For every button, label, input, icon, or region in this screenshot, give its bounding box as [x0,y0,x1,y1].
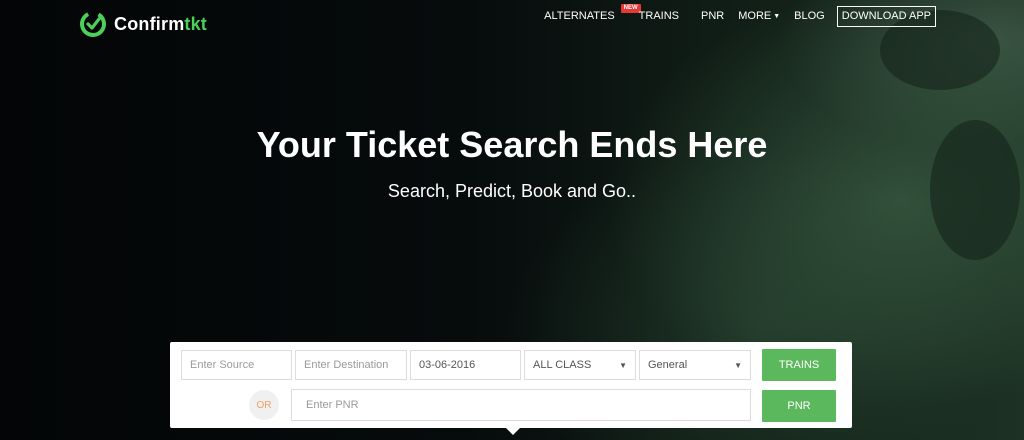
hero-subtitle: Search, Predict, Book and Go.. [387,181,637,201]
caret-down-icon: ▼ [773,13,781,20]
dropdown-arrow-icon: ▼ [734,360,742,370]
pnr-input[interactable]: Enter PNR [291,389,751,421]
date-input[interactable]: 03-06-2016 [410,350,521,380]
dropdown-arrow-icon: ▼ [619,360,627,370]
download-app-button[interactable]: DOWNLOAD APP [836,5,936,27]
nav-trains[interactable]: TRAINS [639,10,679,22]
search-trains-button[interactable]: TRAINS [762,349,836,381]
top-nav: ALTERNATES NEW TRAINS PNR MORE ▼ BLOG DOW… [544,4,936,27]
quota-select-value: General [648,359,688,371]
nav-more[interactable]: MORE ▼ [738,10,780,22]
class-select-value: ALL CLASS [533,359,592,371]
nav-blog[interactable]: BLOG [794,10,825,22]
quota-select[interactable]: General ▼ [639,350,751,380]
source-input[interactable]: Enter Source [181,350,292,380]
brand-name: Confirmtkt [114,13,208,34]
confirmtkt-logo-icon [80,10,106,37]
panel-pointer [506,428,520,435]
destination-input[interactable]: Enter Destination [295,350,407,380]
nav-alternates-label: ALTERNATES [544,10,615,22]
search-panel: Enter Source Enter Destination 03-06-201… [170,342,852,435]
brand-logo[interactable]: Confirmtkt [78,8,207,40]
class-select[interactable]: ALL CLASS ▼ [524,350,636,380]
nav-alternates[interactable]: ALTERNATES NEW [544,4,641,22]
nav-more-label: MORE [738,10,772,22]
check-pnr-button[interactable]: PNR [762,390,836,422]
nav-pnr[interactable]: PNR [701,10,724,22]
hero-title: Your Ticket Search Ends Here [256,124,768,165]
new-badge: NEW [620,4,641,13]
or-divider: OR [249,390,279,420]
